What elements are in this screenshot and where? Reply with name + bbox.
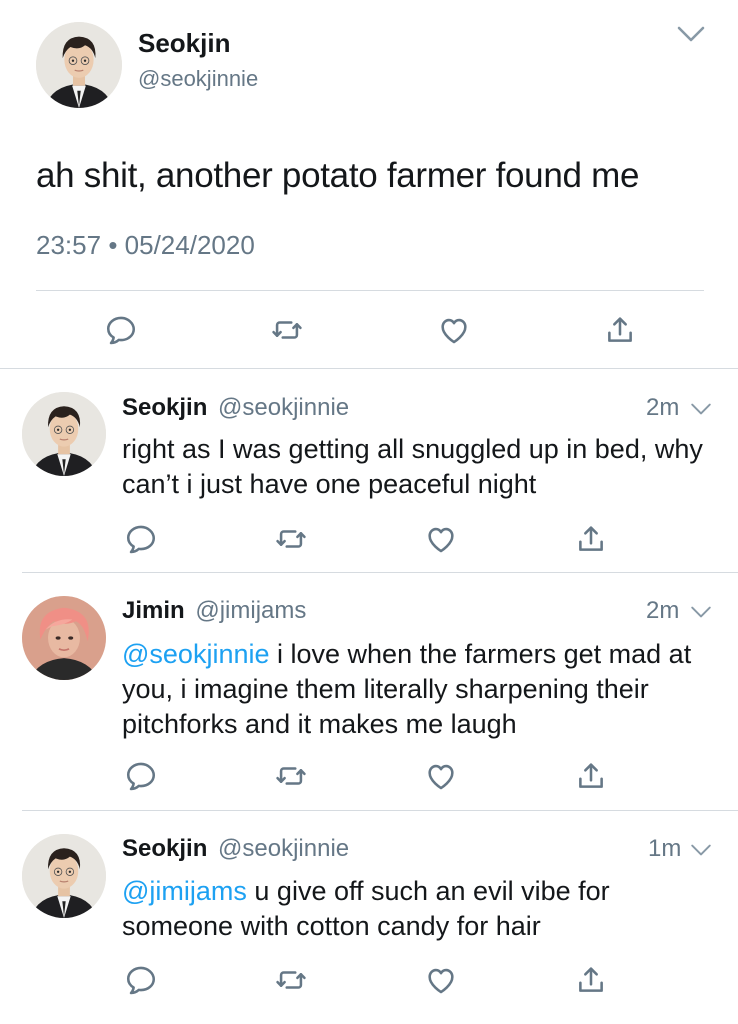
divider: [36, 290, 704, 291]
tweet-timestamp: 23:57 • 05/24/2020: [36, 230, 255, 261]
heart-icon[interactable]: [424, 759, 458, 793]
heart-icon[interactable]: [424, 522, 458, 556]
reply-time: 2m: [646, 394, 680, 421]
reply-header: Jimin @jimijams: [122, 597, 306, 625]
reply-time: 1m: [648, 835, 682, 862]
share-icon[interactable]: [603, 313, 637, 347]
avatar[interactable]: [22, 392, 106, 476]
avatar[interactable]: [22, 834, 106, 918]
author-name[interactable]: Seokjin: [122, 835, 207, 862]
author-name[interactable]: Seokjin: [122, 394, 207, 421]
mention-link[interactable]: @seokjinnie: [122, 639, 270, 669]
avatar[interactable]: [22, 596, 106, 680]
heart-icon[interactable]: [437, 313, 471, 347]
reply-time: 2m: [646, 597, 680, 624]
retweet-icon[interactable]: [274, 522, 308, 556]
reply-header: Seokjin @seokjinnie: [122, 394, 349, 422]
reply-icon[interactable]: [124, 963, 158, 997]
avatar[interactable]: [36, 22, 122, 108]
reply-text: @seokjinnie i love when the farmers get …: [122, 637, 722, 742]
author-handle[interactable]: @seokjinnie: [218, 394, 349, 421]
tweet-date: 05/24/2020: [124, 230, 255, 260]
share-icon[interactable]: [574, 522, 608, 556]
share-icon[interactable]: [574, 963, 608, 997]
reply-body: right as I was getting all snuggled up i…: [122, 434, 703, 499]
heart-icon[interactable]: [424, 963, 458, 997]
retweet-icon[interactable]: [274, 759, 308, 793]
chevron-down-icon[interactable]: [676, 24, 706, 46]
author-name[interactable]: Seokjin: [138, 28, 230, 59]
reply-header: Seokjin @seokjinnie: [122, 835, 349, 863]
reply-icon[interactable]: [124, 522, 158, 556]
author-name[interactable]: Jimin: [122, 597, 185, 624]
retweet-icon[interactable]: [274, 963, 308, 997]
retweet-icon[interactable]: [270, 313, 304, 347]
author-handle[interactable]: @jimijams: [195, 597, 306, 624]
mention-link[interactable]: @jimijams: [122, 876, 247, 906]
chevron-down-icon[interactable]: [690, 401, 712, 417]
divider: [22, 572, 738, 573]
share-icon[interactable]: [574, 759, 608, 793]
chevron-down-icon[interactable]: [690, 604, 712, 620]
reply-text: right as I was getting all snuggled up i…: [122, 432, 722, 502]
author-handle[interactable]: @seokjinnie: [218, 835, 349, 862]
reply-icon[interactable]: [124, 759, 158, 793]
reply-text: @jimijams u give off such an evil vibe f…: [122, 874, 722, 944]
chevron-down-icon[interactable]: [690, 842, 712, 858]
author-handle[interactable]: @seokjinnie: [138, 66, 258, 92]
divider: [22, 810, 738, 811]
reply-icon[interactable]: [104, 313, 138, 347]
tweet-text: ah shit, another potato farmer found me: [36, 156, 640, 195]
tweet-time: 23:57: [36, 230, 102, 260]
divider: [0, 368, 738, 369]
meta-separator: •: [108, 230, 118, 260]
